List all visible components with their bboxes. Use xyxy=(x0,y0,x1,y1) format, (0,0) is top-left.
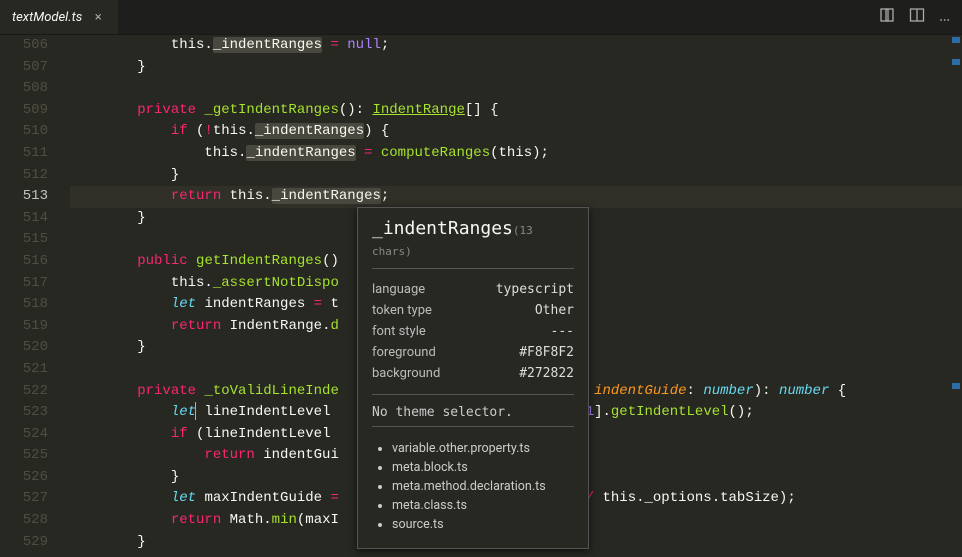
hover-props: languagetypescript token typeOther font … xyxy=(358,275,588,392)
overview-mark xyxy=(952,37,960,43)
line-number: 514 xyxy=(0,208,48,230)
line-number: 518 xyxy=(0,294,48,316)
code-line: this._indentRanges = computeRanges(this)… xyxy=(70,143,962,165)
scope-item: meta.block.ts xyxy=(392,458,574,477)
hover-token: _indentRanges xyxy=(372,218,513,239)
code-line: this._indentRanges = null; xyxy=(70,35,962,57)
code-line-current: return this._indentRanges; xyxy=(70,186,962,208)
line-number: 513 xyxy=(0,186,48,208)
code-line: if (!this._indentRanges) { xyxy=(70,121,962,143)
split-editor-icon[interactable] xyxy=(909,7,925,28)
line-number: 523 xyxy=(0,402,48,424)
line-gutter: 506 507 508 509 510 511 512 513 514 515 … xyxy=(0,35,70,557)
token-inspector-hover: _indentRanges(13 chars) languagetypescri… xyxy=(357,207,589,549)
line-number: 508 xyxy=(0,78,48,100)
scope-item: source.ts xyxy=(392,515,574,534)
line-number: 521 xyxy=(0,359,48,381)
hover-prop-row: languagetypescript xyxy=(372,279,574,300)
hover-prop-row: token typeOther xyxy=(372,300,574,321)
line-number: 512 xyxy=(0,165,48,187)
line-number: 511 xyxy=(0,143,48,165)
line-number: 509 xyxy=(0,100,48,122)
code-line: private _getIndentRanges(): IndentRange[… xyxy=(70,100,962,122)
hover-divider xyxy=(372,394,574,395)
more-icon[interactable]: … xyxy=(939,8,950,26)
hover-prop-row: font style--- xyxy=(372,321,574,342)
line-number: 528 xyxy=(0,510,48,532)
scope-item: variable.other.property.ts xyxy=(392,439,574,458)
tab-file[interactable]: textModel.ts × xyxy=(0,0,119,34)
line-number: 525 xyxy=(0,445,48,467)
line-number: 522 xyxy=(0,381,48,403)
overview-ruler[interactable] xyxy=(952,35,960,557)
overview-mark xyxy=(952,59,960,65)
hover-prop-row: foreground#F8F8F2 xyxy=(372,342,574,363)
tab-actions: … xyxy=(867,0,962,34)
line-number: 524 xyxy=(0,424,48,446)
code-line: } xyxy=(70,57,962,79)
line-number: 516 xyxy=(0,251,48,273)
overview-mark xyxy=(952,383,960,389)
line-number: 510 xyxy=(0,121,48,143)
line-number: 507 xyxy=(0,57,48,79)
line-number: 526 xyxy=(0,467,48,489)
code-line: } xyxy=(70,165,962,187)
hover-theme-note: No theme selector. xyxy=(358,401,588,424)
tab-bar: textModel.ts × … xyxy=(0,0,962,35)
code-line xyxy=(70,78,962,100)
compare-changes-icon[interactable] xyxy=(879,7,895,28)
hover-divider xyxy=(372,268,574,269)
hover-divider xyxy=(372,426,574,427)
scope-item: meta.class.ts xyxy=(392,496,574,515)
line-number: 506 xyxy=(0,35,48,57)
close-icon[interactable]: × xyxy=(90,10,106,25)
hover-prop-row: background#272822 xyxy=(372,363,574,384)
line-number: 527 xyxy=(0,488,48,510)
line-number: 517 xyxy=(0,273,48,295)
line-number: 520 xyxy=(0,337,48,359)
hover-title: _indentRanges(13 chars) xyxy=(358,208,588,266)
line-number: 519 xyxy=(0,316,48,338)
scope-item: meta.method.declaration.ts xyxy=(392,477,574,496)
hover-scopes: variable.other.property.ts meta.block.ts… xyxy=(358,433,588,548)
line-number: 515 xyxy=(0,229,48,251)
tab-filename: textModel.ts xyxy=(12,10,82,25)
line-number: 529 xyxy=(0,532,48,554)
